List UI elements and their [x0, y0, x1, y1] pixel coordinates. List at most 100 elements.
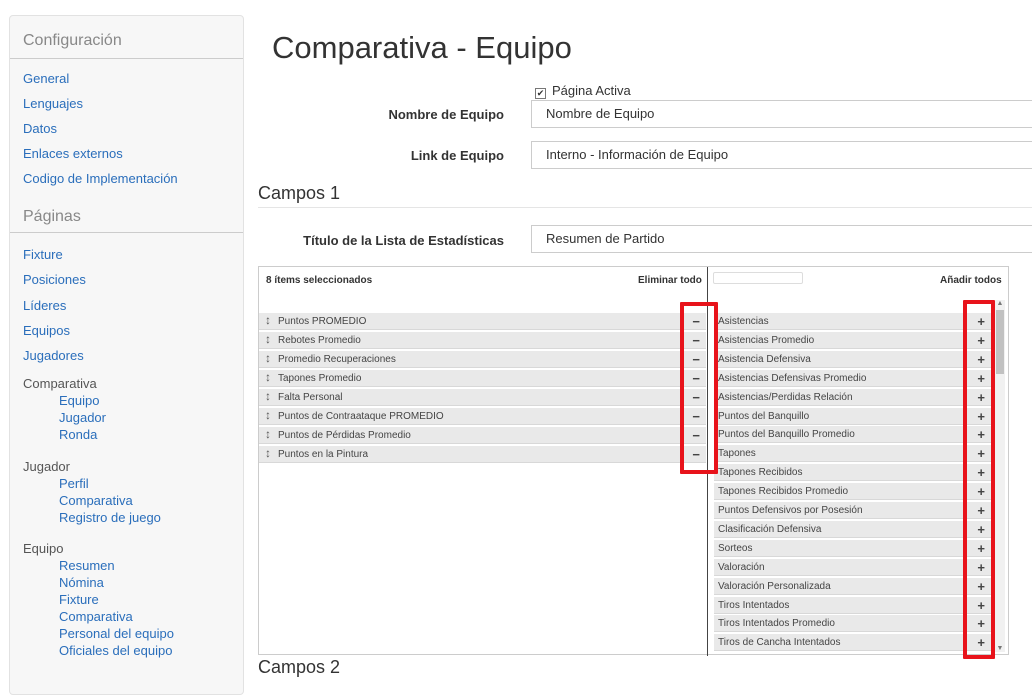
- sidebar-page-link[interactable]: Jugadores: [23, 348, 84, 363]
- sidebar-sub-link[interactable]: Fixture: [59, 592, 99, 607]
- sidebar-sub-link[interactable]: Nómina: [59, 575, 104, 590]
- team-link-select[interactable]: Interno - Información de Equipo: [531, 141, 1032, 169]
- available-item[interactable]: Tiros Intentados Promedio +: [714, 615, 991, 633]
- available-item-label: Asistencias Defensivas Promedio: [718, 372, 867, 384]
- available-item-label: Tapones Recibidos: [718, 467, 803, 479]
- available-item[interactable]: Tiros Intentados +: [714, 596, 991, 614]
- selected-item[interactable]: ↕ Puntos de Pérdidas Promedio −: [259, 427, 706, 444]
- selected-item-label: Puntos de Pérdidas Promedio: [278, 430, 411, 441]
- drag-handle-icon[interactable]: ↕: [265, 312, 271, 329]
- sidebar-sub-link[interactable]: Ronda: [59, 427, 97, 442]
- available-item-label: Tiros de Cancha Intentados: [718, 637, 841, 649]
- sidebar-sub-link[interactable]: Comparativa: [59, 609, 133, 624]
- available-item-label: Tiros Intentados Promedio: [718, 618, 835, 630]
- available-item-label: Tiros Intentados: [718, 599, 790, 611]
- drag-handle-icon[interactable]: ↕: [265, 331, 271, 348]
- available-item[interactable]: Asistencias +: [714, 313, 991, 330]
- drag-handle-icon[interactable]: ↕: [265, 388, 271, 405]
- available-item[interactable]: Asistencias Promedio +: [714, 331, 991, 349]
- available-item[interactable]: Sorteos +: [714, 539, 991, 557]
- selected-item[interactable]: ↕ Promedio Recuperaciones −: [259, 351, 706, 368]
- available-item[interactable]: Asistencias/Perdidas Relación +: [714, 388, 991, 406]
- selected-item[interactable]: ↕ Tapones Promedio −: [259, 370, 706, 387]
- sidebar-sub-link[interactable]: Oficiales del equipo: [59, 643, 172, 658]
- active-page-checkbox[interactable]: ✔ Página Activa: [535, 83, 631, 99]
- selected-item-label: Rebotes Promedio: [278, 335, 361, 346]
- available-item[interactable]: Asistencia Defensiva +: [714, 350, 991, 368]
- sidebar-page-link[interactable]: Equipos: [23, 323, 70, 338]
- available-item[interactable]: Puntos Defensivos por Posesión +: [714, 502, 991, 519]
- available-search-input[interactable]: [713, 272, 803, 284]
- stats-title-input[interactable]: Resumen de Partido: [531, 225, 1032, 253]
- sidebar-config-link[interactable]: General: [23, 71, 69, 86]
- available-item-label: Sorteos: [718, 542, 753, 554]
- drag-handle-icon[interactable]: ↕: [265, 369, 271, 386]
- scroll-down-icon[interactable]: ▼: [995, 645, 1005, 652]
- selected-item-label: Falta Personal: [278, 392, 343, 403]
- sidebar-sub-link[interactable]: Comparativa: [59, 493, 133, 508]
- remove-all-button[interactable]: Eliminar todo: [638, 275, 702, 286]
- sidebar-sub-link[interactable]: Equipo: [59, 393, 99, 408]
- pages-heading: Páginas: [10, 192, 243, 233]
- available-item[interactable]: Clasificación Defensiva +: [714, 520, 991, 538]
- sidebar-group-label: Equipo: [23, 541, 64, 556]
- available-item[interactable]: Tiros de Cancha Intentados +: [714, 634, 991, 652]
- scroll-thumb[interactable]: [996, 310, 1004, 374]
- sidebar-sub-link[interactable]: Resumen: [59, 558, 115, 573]
- selected-item[interactable]: ↕ Puntos PROMEDIO −: [259, 313, 706, 330]
- available-scrollbar[interactable]: ▲ ▼: [995, 300, 1005, 652]
- available-item[interactable]: Valoración +: [714, 558, 991, 576]
- sidebar-page-link[interactable]: Posiciones: [23, 272, 86, 287]
- available-item-label: Puntos del Banquillo: [718, 410, 810, 422]
- available-item-label: Tapones: [718, 448, 756, 460]
- selected-item[interactable]: ↕ Puntos de Contraataque PROMEDIO −: [259, 408, 706, 425]
- available-item-label: Puntos Defensivos por Posesión: [718, 505, 863, 516]
- sidebar-config-link[interactable]: Datos: [23, 121, 57, 136]
- available-item-label: Asistencias Promedio: [718, 334, 815, 346]
- available-item[interactable]: Valoración Personalizada +: [714, 577, 991, 595]
- available-item-label: Valoración Personalizada: [718, 580, 831, 592]
- sidebar-config-link[interactable]: Codigo de Implementación: [23, 171, 178, 186]
- sidebar-sub-link[interactable]: Registro de juego: [59, 510, 161, 525]
- available-item[interactable]: Puntos del Banquillo Promedio +: [714, 426, 991, 444]
- selected-item[interactable]: ↕ Rebotes Promedio −: [259, 332, 706, 349]
- scroll-up-icon[interactable]: ▲: [995, 300, 1005, 307]
- drag-handle-icon[interactable]: ↕: [265, 350, 271, 367]
- drag-handle-icon[interactable]: ↕: [265, 407, 271, 424]
- available-item[interactable]: Tapones Recibidos Promedio +: [714, 483, 991, 501]
- available-item-label: Puntos del Banquillo Promedio: [718, 429, 855, 441]
- drag-handle-icon[interactable]: ↕: [265, 445, 271, 462]
- sidebar-sub-link[interactable]: Jugador: [59, 410, 106, 425]
- checkbox-checked-icon[interactable]: ✔: [535, 88, 546, 99]
- team-name-input[interactable]: Nombre de Equipo: [531, 100, 1032, 128]
- stats-title-label: Título de la Lista de Estadísticas: [303, 233, 504, 248]
- active-page-label: Página Activa: [552, 83, 631, 98]
- available-item-label: Asistencias/Perdidas Relación: [718, 391, 853, 403]
- sidebar: Configuración General Lenguajes Datos Enlac…: [9, 15, 244, 695]
- available-item[interactable]: Puntos del Banquillo +: [714, 407, 991, 425]
- sidebar-config-link[interactable]: Lenguajes: [23, 96, 83, 111]
- selected-item[interactable]: ↕ Puntos en la Pintura −: [259, 446, 706, 463]
- sidebar-sub-link[interactable]: Personal del equipo: [59, 626, 174, 641]
- section-fields-2: Campos 2: [258, 657, 341, 677]
- sidebar-page-link[interactable]: Líderes: [23, 298, 66, 313]
- sidebar-page-link[interactable]: Fixture: [23, 247, 63, 262]
- selected-item-label: Puntos de Contraataque PROMEDIO: [278, 411, 444, 422]
- sidebar-config-link[interactable]: Enlaces externos: [23, 146, 123, 161]
- selected-item-label: Puntos PROMEDIO: [278, 316, 367, 327]
- selected-item-label: Promedio Recuperaciones: [278, 354, 396, 365]
- available-item-label: Clasificación Defensiva: [718, 523, 822, 535]
- drag-handle-icon[interactable]: ↕: [265, 426, 271, 443]
- selected-item[interactable]: ↕ Falta Personal −: [259, 389, 706, 406]
- highlight-remove-buttons: [680, 302, 718, 474]
- config-heading: Configuración: [10, 16, 243, 59]
- section-fields-1: Campos 1: [258, 183, 341, 203]
- selected-item-label: Puntos en la Pintura: [278, 449, 369, 460]
- add-all-button[interactable]: Añadir todos: [940, 275, 1002, 286]
- sidebar-group-label: Jugador: [23, 459, 70, 474]
- sidebar-sub-link[interactable]: Perfil: [59, 476, 89, 491]
- available-item[interactable]: Tapones Recibidos +: [714, 464, 991, 482]
- available-item[interactable]: Tapones +: [714, 445, 991, 463]
- available-item[interactable]: Asistencias Defensivas Promedio +: [714, 369, 991, 387]
- team-link-label: Link de Equipo: [410, 148, 504, 163]
